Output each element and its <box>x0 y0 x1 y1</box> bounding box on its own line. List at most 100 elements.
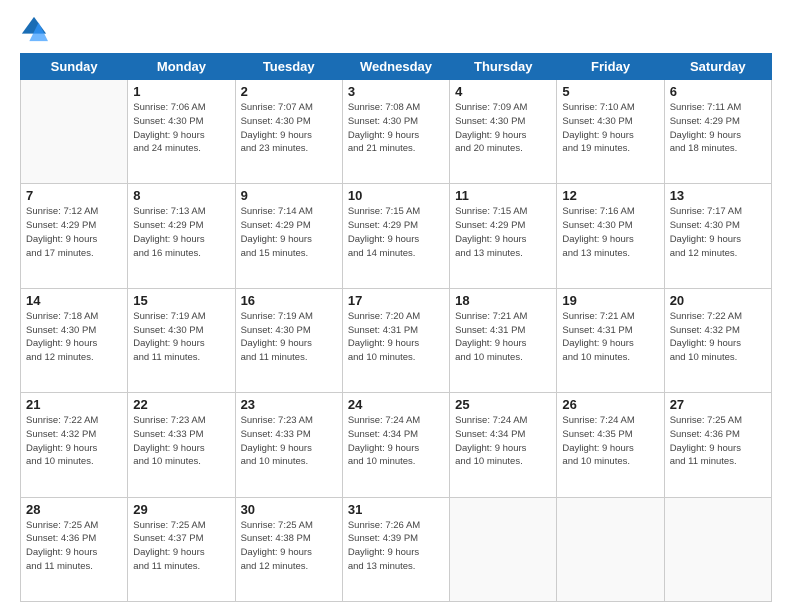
day-info: Sunrise: 7:25 AM Sunset: 4:38 PM Dayligh… <box>241 519 337 574</box>
calendar-cell: 2Sunrise: 7:07 AM Sunset: 4:30 PM Daylig… <box>235 80 342 184</box>
calendar-cell <box>450 497 557 601</box>
calendar-cell: 12 Sunrise: 7:16 AM Sunset: 4:30 PM Dayli… <box>557 184 664 288</box>
day-number: 12 <box>562 188 658 203</box>
logo-icon <box>20 15 48 43</box>
day-info: Sunrise: 7:23 AM Sunset: 4:33 PM Dayligh… <box>133 414 229 469</box>
day-info: Sunrise: 7:19 AM Sunset: 4:30 PM Dayligh… <box>241 310 337 365</box>
calendar-cell <box>21 80 128 184</box>
calendar-cell: 28 Sunrise: 7:25 AM Sunset: 4:36 PM Dayli… <box>21 497 128 601</box>
calendar-cell: 24Sunrise: 7:24 AM Sunset: 4:34 PM Dayli… <box>342 393 449 497</box>
day-number: 30 <box>241 502 337 517</box>
day-info: Sunrise: 7:21 AM Sunset: 4:31 PM Dayligh… <box>562 310 658 365</box>
calendar-cell <box>557 497 664 601</box>
day-info: Sunrise: 7:12 AM Sunset: 4:29 PM Dayligh… <box>26 205 122 260</box>
day-number: 25 <box>455 397 551 412</box>
logo <box>20 15 52 43</box>
day-number: 18 <box>455 293 551 308</box>
day-info: Sunrise: 7:21 AM Sunset: 4:31 PM Dayligh… <box>455 310 551 365</box>
day-number: 21 <box>26 397 122 412</box>
page: SundayMondayTuesdayWednesdayThursdayFrid… <box>0 0 792 612</box>
day-info: Sunrise: 7:10 AM Sunset: 4:30 PM Dayligh… <box>562 101 658 156</box>
calendar-cell: 14 Sunrise: 7:18 AM Sunset: 4:30 PM Dayli… <box>21 288 128 392</box>
calendar-cell: 20 Sunrise: 7:22 AM Sunset: 4:32 PM Dayli… <box>664 288 771 392</box>
header-cell: Sunday <box>21 54 128 80</box>
header-cell: Friday <box>557 54 664 80</box>
calendar-cell: 8 Sunrise: 7:13 AM Sunset: 4:29 PM Daylig… <box>128 184 235 288</box>
day-number: 27 <box>670 397 766 412</box>
day-info: Sunrise: 7:15 AM Sunset: 4:29 PM Dayligh… <box>455 205 551 260</box>
day-info: Sunrise: 7:15 AM Sunset: 4:29 PM Dayligh… <box>348 205 444 260</box>
day-number: 15 <box>133 293 229 308</box>
day-info: Sunrise: 7:25 AM Sunset: 4:36 PM Dayligh… <box>26 519 122 574</box>
header-cell: Wednesday <box>342 54 449 80</box>
day-number: 11 <box>455 188 551 203</box>
day-number: 14 <box>26 293 122 308</box>
day-info: Sunrise: 7:13 AM Sunset: 4:29 PM Dayligh… <box>133 205 229 260</box>
calendar-cell: 13 Sunrise: 7:17 AM Sunset: 4:30 PM Dayli… <box>664 184 771 288</box>
calendar-row: 21 Sunrise: 7:22 AM Sunset: 4:32 PM Dayli… <box>21 393 772 497</box>
day-info: Sunrise: 7:25 AM Sunset: 4:36 PM Dayligh… <box>670 414 766 469</box>
calendar-cell: 4 Sunrise: 7:09 AM Sunset: 4:30 PM Daylig… <box>450 80 557 184</box>
day-number: 8 <box>133 188 229 203</box>
day-number: 5 <box>562 84 658 99</box>
header-row: SundayMondayTuesdayWednesdayThursdayFrid… <box>21 54 772 80</box>
calendar-cell: 1 Sunrise: 7:06 AM Sunset: 4:30 PM Daylig… <box>128 80 235 184</box>
day-number: 3 <box>348 84 444 99</box>
day-info: Sunrise: 7:23 AM Sunset: 4:33 PM Dayligh… <box>241 414 337 469</box>
calendar-cell: 10 Sunrise: 7:15 AM Sunset: 4:29 PM Dayli… <box>342 184 449 288</box>
calendar-cell: 22 Sunrise: 7:23 AM Sunset: 4:33 PM Dayli… <box>128 393 235 497</box>
calendar-row: 7 Sunrise: 7:12 AM Sunset: 4:29 PM Daylig… <box>21 184 772 288</box>
day-number: 24 <box>348 397 444 412</box>
calendar-cell: 19 Sunrise: 7:21 AM Sunset: 4:31 PM Dayli… <box>557 288 664 392</box>
header <box>20 15 772 43</box>
day-info: Sunrise: 7:25 AM Sunset: 4:37 PM Dayligh… <box>133 519 229 574</box>
day-number: 10 <box>348 188 444 203</box>
day-info: Sunrise: 7:18 AM Sunset: 4:30 PM Dayligh… <box>26 310 122 365</box>
header-cell: Tuesday <box>235 54 342 80</box>
day-info: Sunrise: 7:20 AM Sunset: 4:31 PM Dayligh… <box>348 310 444 365</box>
day-info: Sunrise: 7:06 AM Sunset: 4:30 PM Dayligh… <box>133 101 229 156</box>
calendar-cell: 15 Sunrise: 7:19 AM Sunset: 4:30 PM Dayli… <box>128 288 235 392</box>
calendar-cell: 25 Sunrise: 7:24 AM Sunset: 4:34 PM Dayli… <box>450 393 557 497</box>
day-info: Sunrise: 7:17 AM Sunset: 4:30 PM Dayligh… <box>670 205 766 260</box>
calendar-cell: 18 Sunrise: 7:21 AM Sunset: 4:31 PM Dayli… <box>450 288 557 392</box>
day-number: 31 <box>348 502 444 517</box>
calendar-cell: 16Sunrise: 7:19 AM Sunset: 4:30 PM Dayli… <box>235 288 342 392</box>
calendar-cell: 21 Sunrise: 7:22 AM Sunset: 4:32 PM Dayli… <box>21 393 128 497</box>
calendar-row: 1 Sunrise: 7:06 AM Sunset: 4:30 PM Daylig… <box>21 80 772 184</box>
day-number: 7 <box>26 188 122 203</box>
calendar-cell: 7 Sunrise: 7:12 AM Sunset: 4:29 PM Daylig… <box>21 184 128 288</box>
calendar-cell: 30 Sunrise: 7:25 AM Sunset: 4:38 PM Dayli… <box>235 497 342 601</box>
day-number: 29 <box>133 502 229 517</box>
day-info: Sunrise: 7:22 AM Sunset: 4:32 PM Dayligh… <box>670 310 766 365</box>
day-number: 23 <box>241 397 337 412</box>
day-number: 9 <box>241 188 337 203</box>
day-info: Sunrise: 7:24 AM Sunset: 4:34 PM Dayligh… <box>455 414 551 469</box>
calendar-cell: 11 Sunrise: 7:15 AM Sunset: 4:29 PM Dayli… <box>450 184 557 288</box>
calendar-cell: 26 Sunrise: 7:24 AM Sunset: 4:35 PM Dayli… <box>557 393 664 497</box>
calendar-cell: 31Sunrise: 7:26 AM Sunset: 4:39 PM Dayli… <box>342 497 449 601</box>
calendar-cell: 3Sunrise: 7:08 AM Sunset: 4:30 PM Daylig… <box>342 80 449 184</box>
calendar-body: 1 Sunrise: 7:06 AM Sunset: 4:30 PM Daylig… <box>21 80 772 602</box>
day-number: 13 <box>670 188 766 203</box>
calendar-row: 28 Sunrise: 7:25 AM Sunset: 4:36 PM Dayli… <box>21 497 772 601</box>
day-info: Sunrise: 7:19 AM Sunset: 4:30 PM Dayligh… <box>133 310 229 365</box>
day-number: 6 <box>670 84 766 99</box>
header-cell: Thursday <box>450 54 557 80</box>
day-number: 26 <box>562 397 658 412</box>
day-number: 1 <box>133 84 229 99</box>
header-cell: Monday <box>128 54 235 80</box>
day-number: 20 <box>670 293 766 308</box>
day-info: Sunrise: 7:09 AM Sunset: 4:30 PM Dayligh… <box>455 101 551 156</box>
calendar-cell: 29 Sunrise: 7:25 AM Sunset: 4:37 PM Dayli… <box>128 497 235 601</box>
day-number: 2 <box>241 84 337 99</box>
day-info: Sunrise: 7:22 AM Sunset: 4:32 PM Dayligh… <box>26 414 122 469</box>
day-info: Sunrise: 7:24 AM Sunset: 4:35 PM Dayligh… <box>562 414 658 469</box>
day-number: 4 <box>455 84 551 99</box>
day-number: 22 <box>133 397 229 412</box>
day-number: 19 <box>562 293 658 308</box>
day-info: Sunrise: 7:11 AM Sunset: 4:29 PM Dayligh… <box>670 101 766 156</box>
calendar-cell: 9Sunrise: 7:14 AM Sunset: 4:29 PM Daylig… <box>235 184 342 288</box>
day-number: 28 <box>26 502 122 517</box>
day-info: Sunrise: 7:16 AM Sunset: 4:30 PM Dayligh… <box>562 205 658 260</box>
